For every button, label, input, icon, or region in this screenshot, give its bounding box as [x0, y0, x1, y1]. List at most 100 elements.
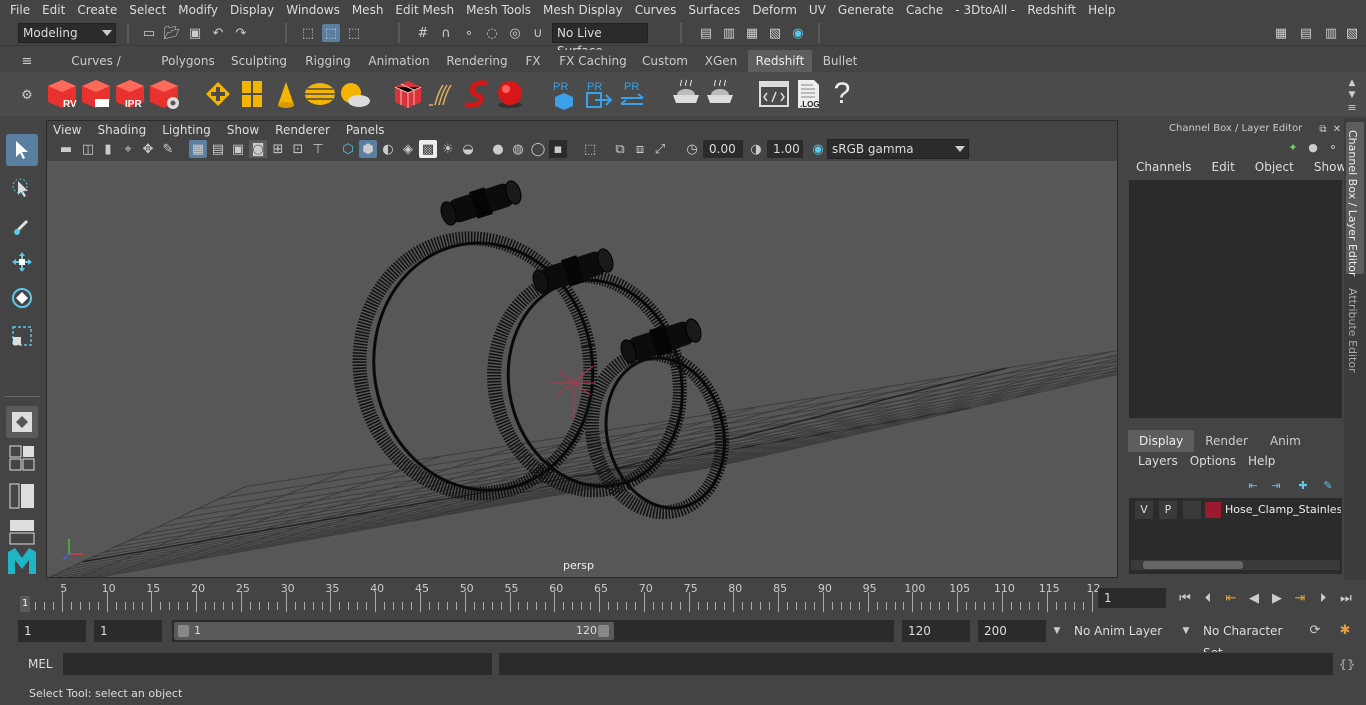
go-to-start-icon[interactable]: ⏮: [1176, 589, 1194, 607]
scene-end-field[interactable]: 200: [978, 620, 1046, 642]
layer-type-toggle[interactable]: [1183, 501, 1201, 519]
attribute-icon[interactable]: ✦: [1284, 138, 1302, 156]
menu-help[interactable]: Help: [1082, 3, 1121, 17]
panel-menu-shading[interactable]: Shading: [89, 123, 154, 137]
redshift-cube-icon[interactable]: [390, 76, 426, 112]
layer-visibility-toggle[interactable]: V: [1135, 501, 1153, 519]
scale-tool-icon[interactable]: [6, 320, 38, 352]
redshift-domelight-icon[interactable]: [302, 76, 338, 112]
single-perspective-layout-icon[interactable]: [6, 406, 38, 438]
redshift-mesh-icon[interactable]: [234, 76, 270, 112]
image-plane-icon[interactable]: ⌖: [119, 140, 137, 158]
layer-row[interactable]: V P Hose_Clamp_Stainless: [1133, 501, 1341, 519]
select-component-icon[interactable]: ⬚: [345, 24, 363, 42]
gamma-icon[interactable]: ◑: [747, 140, 765, 158]
play-forward-icon[interactable]: ▶: [1268, 589, 1286, 607]
menu-modify[interactable]: Modify: [172, 3, 224, 17]
snap-surface-icon[interactable]: ◎: [506, 24, 524, 42]
toggle-icon[interactable]: ●: [1304, 138, 1322, 156]
tab-anim[interactable]: Anim: [1259, 430, 1312, 452]
redshift-render-sequence-icon[interactable]: [78, 76, 114, 112]
panel-menu-lighting[interactable]: Lighting: [154, 123, 219, 137]
log-file-icon[interactable]: .LOG: [790, 76, 826, 112]
grid-toggle-icon[interactable]: ▦: [189, 140, 207, 158]
color-management-icon[interactable]: ◉: [809, 140, 827, 158]
four-view-layout-icon[interactable]: [6, 442, 38, 474]
step-forward-key-icon[interactable]: ⇥: [1291, 589, 1309, 607]
step-forward-icon[interactable]: ⏵︎: [1314, 589, 1332, 607]
tab-custom[interactable]: Custom: [638, 50, 692, 72]
move-layer-up-icon[interactable]: ⇤: [1244, 476, 1262, 494]
panel-menu-view[interactable]: View: [47, 123, 89, 137]
layer-playback-toggle[interactable]: P: [1159, 501, 1177, 519]
tab-redshift[interactable]: Redshift: [748, 50, 812, 72]
tab-fx[interactable]: FX: [519, 50, 547, 72]
save-scene-icon[interactable]: ▣: [186, 24, 204, 42]
screen-space-ao-icon[interactable]: ●: [489, 140, 507, 158]
channel-list[interactable]: [1129, 180, 1342, 418]
play-backward-icon[interactable]: ◀: [1245, 589, 1263, 607]
menu-curves[interactable]: Curves: [629, 3, 683, 17]
select-tool-icon[interactable]: [6, 134, 38, 166]
menu-windows[interactable]: Windows: [280, 3, 346, 17]
current-time-marker[interactable]: 1: [20, 596, 30, 612]
tab-sculpting[interactable]: Sculpting: [226, 50, 292, 72]
range-end-grip[interactable]: [598, 625, 609, 637]
exposure-field[interactable]: 0.00: [703, 140, 743, 158]
film-gate-icon[interactable]: ▤: [209, 140, 227, 158]
redshift-spotlight-icon[interactable]: [268, 76, 304, 112]
snap-grid-icon[interactable]: #: [414, 24, 432, 42]
auto-key-icon[interactable]: ⟳: [1306, 621, 1324, 639]
layer-scrollbar[interactable]: [1131, 560, 1340, 570]
snap-view-icon[interactable]: ◌: [483, 24, 501, 42]
script-editor-icon[interactable]: ⦃⦄: [1338, 655, 1356, 673]
tab-attribute-editor[interactable]: Attribute Editor: [1346, 282, 1364, 382]
redo-icon[interactable]: ↷: [232, 24, 250, 42]
tab-render[interactable]: Render: [1194, 430, 1259, 452]
new-layer-selected-icon[interactable]: ✎: [1319, 476, 1337, 494]
default-material-icon[interactable]: ◐: [379, 140, 397, 158]
menu-cache[interactable]: Cache: [900, 3, 949, 17]
step-back-key-icon[interactable]: ⇤: [1222, 589, 1240, 607]
panel-menu-show[interactable]: Show: [219, 123, 267, 137]
redshift-bake-icon[interactable]: [668, 76, 704, 112]
tab-fx-caching[interactable]: FX Caching: [555, 50, 631, 72]
menu-create[interactable]: Create: [71, 3, 123, 17]
grease-pencil-icon[interactable]: ✎: [159, 140, 177, 158]
menu-mesh-tools[interactable]: Mesh Tools: [460, 3, 537, 17]
toolsettings-toggle-icon[interactable]: ▧: [1343, 24, 1361, 42]
tab-rigging[interactable]: Rigging: [299, 50, 357, 72]
exposure-icon[interactable]: ◷: [683, 140, 701, 158]
resolution-gate-icon[interactable]: ▣: [229, 140, 247, 158]
scene-start-field[interactable]: 1: [18, 620, 86, 642]
move-tool-icon[interactable]: [6, 246, 38, 278]
playback-start-field[interactable]: 1: [94, 620, 162, 642]
camera-attributes-icon[interactable]: ◫: [79, 140, 97, 158]
menu-edit[interactable]: Edit: [36, 3, 71, 17]
redshift-volume-icon[interactable]: [458, 76, 494, 112]
layer-color-swatch[interactable]: [1205, 502, 1221, 518]
field-chart-icon[interactable]: ⊞: [269, 140, 287, 158]
redshift-render-view-icon[interactable]: RV: [44, 76, 80, 112]
wireframe-icon[interactable]: ⬡: [339, 140, 357, 158]
colorspace-dropdown[interactable]: sRGB gamma: [827, 139, 969, 159]
tab-display[interactable]: Display: [1128, 430, 1195, 452]
xray-icon[interactable]: ⧉: [611, 140, 629, 158]
panel-menu-panels[interactable]: Panels: [338, 123, 393, 137]
shelf-settings-icon[interactable]: ⚙: [18, 86, 36, 104]
help-icon[interactable]: ?: [824, 76, 860, 112]
redshift-pr-export-icon[interactable]: PR: [546, 76, 582, 112]
layer-menu-help[interactable]: Help: [1242, 454, 1281, 472]
depth-of-field-icon[interactable]: ▪: [549, 140, 567, 158]
menu-deform[interactable]: Deform: [746, 3, 803, 17]
menu-mesh[interactable]: Mesh: [346, 3, 390, 17]
smooth-shade-icon[interactable]: ⬢: [359, 140, 377, 158]
redshift-hair-icon[interactable]: [424, 76, 460, 112]
current-frame-field[interactable]: 1: [1098, 588, 1166, 608]
anim-layer-dropdown[interactable]: No Anim Layer: [1068, 620, 1178, 642]
isolate-select-icon[interactable]: ⬚: [581, 140, 599, 158]
layer-menu-layers[interactable]: Layers: [1124, 454, 1184, 472]
timeline-ruler[interactable]: 5 10 15 20 25 30 35 40 45 50 55 60 65 70 75 80 85 90 95 100…: [18, 582, 1101, 612]
range-slider-handle[interactable]: 1 120: [174, 622, 614, 640]
layer-menu-options[interactable]: Options: [1184, 454, 1242, 472]
